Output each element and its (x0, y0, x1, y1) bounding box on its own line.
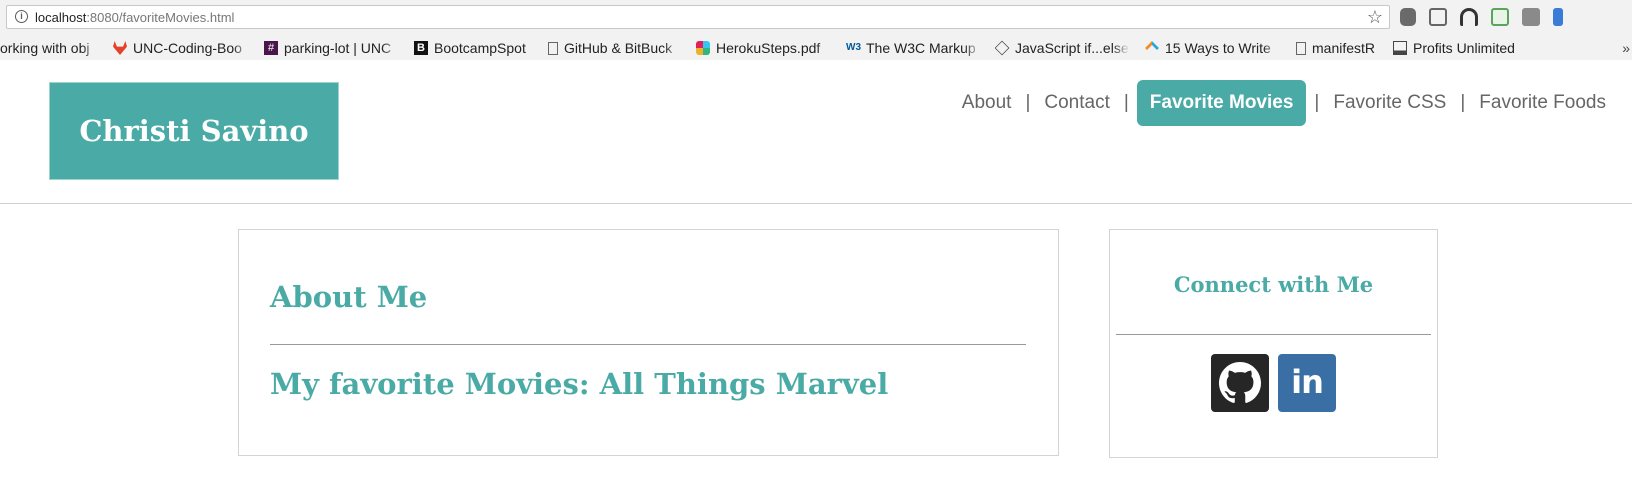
nav-favorite-foods[interactable]: Favorite Foods (1467, 80, 1618, 126)
bookmark-item[interactable]: GitHub & BitBuck (548, 39, 682, 57)
extension-md-icon[interactable] (1522, 8, 1540, 26)
page-icon (1296, 41, 1306, 55)
bookmark-item[interactable]: # parking-lot | UNC (264, 39, 400, 57)
brand-logo[interactable]: Christi Savino (49, 82, 339, 180)
about-title: About Me (270, 280, 428, 314)
linkedin-link[interactable]: in (1278, 354, 1336, 412)
divider (1116, 334, 1431, 335)
url-text[interactable]: localhost:8080/favoriteMovies.html (35, 10, 234, 25)
diamond-icon (995, 40, 1010, 56)
bookmark-item[interactable]: 15 Ways to Write (1145, 39, 1281, 57)
extension-icons (1400, 8, 1563, 28)
extension-sheet-icon[interactable] (1491, 8, 1509, 26)
gitlab-icon (113, 41, 127, 55)
bootcampspot-icon: B (414, 41, 428, 55)
profits-icon (1393, 41, 1407, 55)
nav-separator: | (1314, 92, 1320, 113)
nav-favorite-css[interactable]: Favorite CSS (1321, 80, 1458, 126)
sitepoint-icon (1145, 41, 1159, 55)
page-icon (548, 41, 558, 55)
address-bar[interactable]: i localhost:8080/favoriteMovies.html ☆ (6, 5, 1390, 29)
bookmark-item[interactable]: Profits Unlimited (1393, 39, 1533, 57)
bookmark-item[interactable]: W3 The W3C Markup (846, 39, 982, 57)
browser-toolbar: i localhost:8080/favoriteMovies.html ☆ (0, 0, 1632, 36)
slack-icon (696, 41, 710, 55)
slack-channel-icon: # (264, 41, 278, 55)
nav-about[interactable]: About (950, 80, 1024, 126)
nav-separator: | (1460, 92, 1466, 113)
bookmark-item[interactable]: HerokuSteps.pdf (696, 39, 834, 57)
linkedin-icon: in (1291, 363, 1324, 401)
site-header: Christi Savino About | Contact | Favorit… (0, 60, 1632, 204)
extension-puzzle-icon[interactable] (1400, 8, 1416, 26)
github-icon (1219, 362, 1261, 403)
w3c-icon: W3 (846, 42, 861, 53)
connect-title: Connect with Me (1173, 272, 1374, 297)
bookmarks-overflow-button[interactable]: » (1622, 40, 1630, 56)
extension-m-icon[interactable] (1429, 8, 1447, 26)
about-card: About Me My favorite Movies: All Things … (238, 229, 1059, 456)
nav-separator: | (1123, 92, 1129, 113)
movies-title: My favorite Movies: All Things Marvel (270, 367, 889, 401)
bookmark-item[interactable]: UNC-Coding-Boo (113, 39, 251, 57)
main-nav: About | Contact | Favorite Movies | Favo… (950, 80, 1618, 126)
bookmark-item[interactable]: JavaScript if...else (995, 39, 1130, 57)
nav-separator: | (1025, 92, 1031, 113)
divider (270, 344, 1026, 345)
nav-favorite-movies[interactable]: Favorite Movies (1136, 80, 1307, 126)
bookmark-item[interactable]: orking with obj (0, 39, 100, 57)
extension-headphones-icon[interactable] (1460, 8, 1478, 26)
bookmark-item[interactable]: B BootcampSpot (414, 39, 540, 57)
nav-contact[interactable]: Contact (1032, 80, 1121, 126)
brand-name: Christi Savino (79, 114, 309, 148)
connect-card: Connect with Me in (1109, 229, 1438, 458)
bookmark-item[interactable]: manifestR (1296, 39, 1386, 57)
github-link[interactable] (1211, 354, 1269, 412)
bookmarks-bar: orking with obj UNC-Coding-Boo # parking… (0, 36, 1632, 61)
extension-blue-icon[interactable] (1553, 8, 1563, 26)
info-icon[interactable]: i (15, 10, 28, 23)
bookmark-star-icon[interactable]: ☆ (1367, 7, 1383, 27)
